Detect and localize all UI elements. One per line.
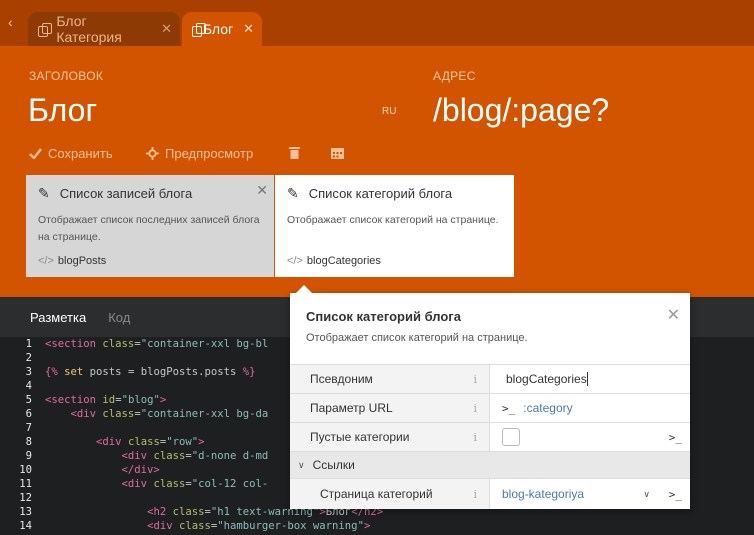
delete-button[interactable]	[289, 146, 300, 159]
line-number: 2	[25, 352, 32, 364]
info-icon[interactable]: i	[473, 373, 477, 386]
tab-blog-category[interactable]: Блог Категория ✕	[28, 12, 180, 46]
line-number: 12	[19, 492, 32, 504]
info-icon[interactable]: i	[473, 488, 477, 501]
alias-input[interactable]: blogCategories	[490, 365, 690, 393]
desc-line: Отображает список последних записей блог…	[38, 214, 260, 226]
save-button[interactable]: Сохранить	[29, 146, 113, 161]
desc-line: на странице.	[38, 231, 101, 243]
tab-label: Блог	[202, 21, 234, 37]
line-number: 1	[25, 338, 32, 350]
calendar-button[interactable]	[331, 146, 344, 159]
preview-label: Предпросмотр	[165, 146, 254, 161]
url-label: АДРЕС	[433, 69, 476, 83]
component-title: Список категорий блога	[308, 186, 453, 201]
line-number: 13	[19, 506, 32, 518]
code-line: 14 <div class="hamburger-box warning">	[0, 519, 754, 533]
line-number: 8	[25, 436, 32, 448]
terminal-icon[interactable]: >_	[669, 488, 682, 501]
check-icon	[29, 148, 42, 159]
group-label: Ссылки	[312, 458, 355, 472]
close-icon[interactable]: ✕	[161, 21, 172, 37]
terminal-icon: >_	[502, 401, 516, 415]
component-alias: </> blogCategories	[287, 255, 381, 267]
line-number: 11	[19, 478, 32, 490]
line-number: 3	[25, 366, 32, 378]
component-description: Отображает список категорий на странице.	[287, 214, 499, 226]
alias-value: blogCategories	[506, 372, 587, 386]
copy-icon	[38, 22, 53, 37]
save-label: Сохранить	[48, 146, 113, 161]
group-links[interactable]: ∨ Ссылки	[290, 451, 690, 478]
preview-button[interactable]: Предпросмотр	[146, 146, 253, 161]
tab-code[interactable]: Код	[108, 310, 130, 325]
component-card-blog-posts[interactable]: ✎ Список записей блога ✕ Отображает спис…	[26, 175, 274, 277]
tab-blog[interactable]: Блог ✕	[182, 12, 262, 46]
property-label: Страница категорий	[320, 487, 433, 501]
component-inspector-popup: Список категорий блога Отображает список…	[290, 285, 690, 509]
title-input[interactable]: Блог	[28, 92, 97, 129]
property-label: Пустые категории	[310, 430, 410, 444]
category-page-select[interactable]: blog-kategoriya ∨ >_	[490, 479, 690, 509]
crosshair-icon	[146, 147, 159, 160]
property-row-alias: Псевдоним i blogCategories	[290, 364, 690, 393]
property-label: Псевдоним	[310, 372, 373, 386]
alias-text: blogCategories	[306, 255, 381, 267]
copy-icon	[192, 22, 206, 37]
component-title: Список записей блога	[59, 186, 193, 201]
chevron-down-icon: ∨	[643, 488, 650, 499]
component-card-blog-categories[interactable]: ✎ Список категорий блога Отображает спис…	[275, 175, 514, 277]
line-number: 4	[25, 380, 32, 392]
property-row-category-page: Страница категорий i blog-kategoriya ∨ >_	[290, 478, 690, 509]
empty-categories-checkbox[interactable]	[502, 428, 520, 446]
chevron-left-icon[interactable]: ‹	[8, 14, 13, 30]
language-badge[interactable]: RU	[382, 106, 396, 117]
title-label: ЗАГОЛОВОК	[29, 69, 104, 83]
property-row-url-param: Параметр URL i >_ :category	[290, 393, 690, 422]
info-icon[interactable]: i	[473, 402, 477, 415]
terminal-icon[interactable]: >_	[669, 431, 682, 444]
property-label: Параметр URL	[310, 401, 393, 415]
line-number: 5	[25, 394, 32, 406]
code-icon: </>	[38, 255, 54, 267]
code-icon: </>	[287, 255, 303, 267]
tab-markup[interactable]: Разметка	[30, 310, 86, 325]
chevron-down-icon: ∨	[298, 459, 305, 470]
info-icon[interactable]: i	[473, 431, 477, 444]
popup-description: Отображает список категорий на странице.	[306, 332, 528, 344]
close-icon[interactable]: ✕	[243, 21, 254, 37]
component-alias: </> blogPosts	[38, 255, 106, 267]
calendar-icon	[331, 148, 344, 159]
close-icon[interactable]: ✕	[667, 305, 680, 325]
trash-icon	[289, 147, 300, 159]
pencil-icon: ✎	[287, 185, 299, 201]
url-param-input[interactable]: >_ :category	[490, 394, 690, 422]
line-number: 7	[25, 422, 32, 434]
tab-label: Блог Категория	[56, 13, 122, 45]
select-value: blog-kategoriya	[502, 487, 585, 501]
component-description: Отображает список последних записей блог…	[38, 212, 262, 246]
line-number: 9	[25, 450, 32, 462]
close-icon[interactable]: ✕	[256, 182, 268, 199]
url-param-value: :category	[523, 401, 573, 415]
property-row-empty-categories: Пустые категории i >_	[290, 422, 690, 451]
text-cursor	[586, 372, 588, 386]
pencil-icon: ✎	[38, 185, 50, 201]
alias-text: blogPosts	[57, 255, 107, 267]
line-number: 6	[25, 408, 32, 420]
line-number: 10	[19, 464, 32, 476]
line-number: 14	[19, 520, 32, 532]
url-input[interactable]: /blog/:page?	[433, 92, 609, 129]
popup-title: Список категорий блога	[306, 309, 461, 324]
